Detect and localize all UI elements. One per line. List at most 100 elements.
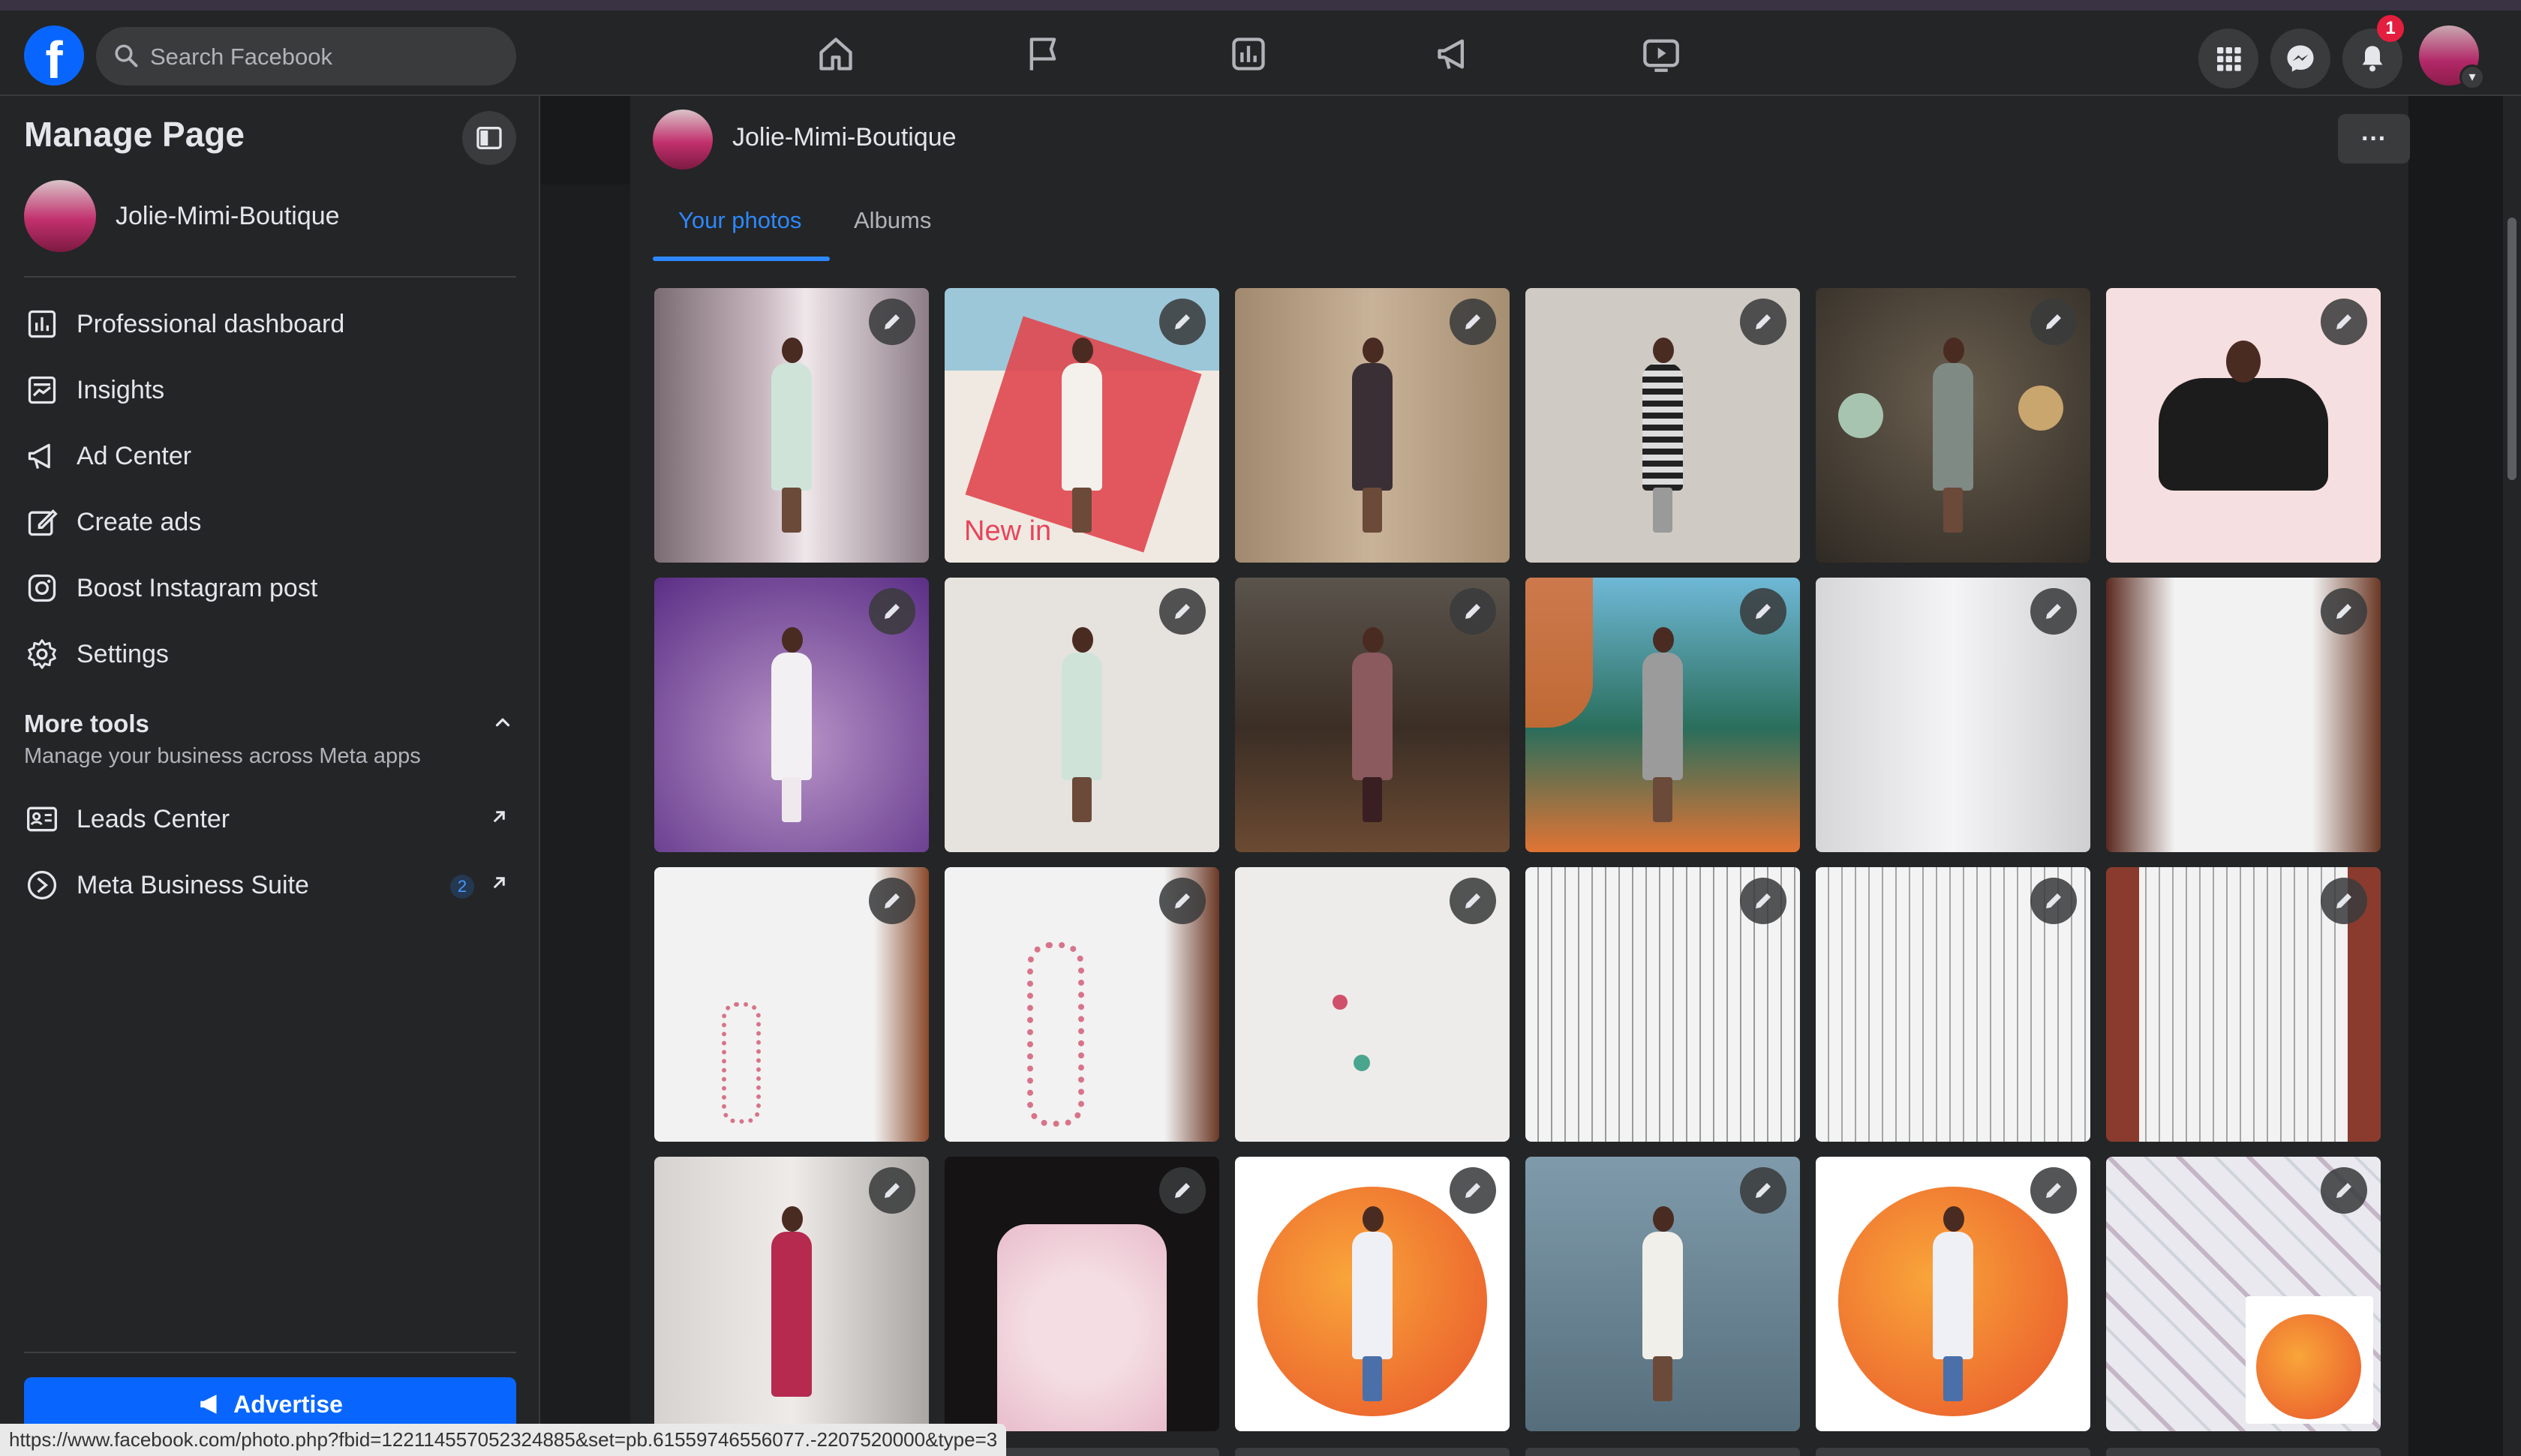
edit-photo-button[interactable] bbox=[2321, 299, 2367, 345]
photo-tile[interactable] bbox=[2106, 1157, 2381, 1431]
pencil-icon bbox=[2046, 893, 2061, 908]
edit-photo-button[interactable] bbox=[1450, 1167, 1496, 1214]
edit-photo-button[interactable] bbox=[869, 1167, 915, 1214]
photo-subject bbox=[1636, 337, 1689, 533]
more-tools-heading[interactable]: More tools bbox=[24, 710, 149, 738]
photo-subject bbox=[1056, 337, 1108, 533]
pencil-icon bbox=[1175, 1183, 1190, 1198]
sidebar-item-label: Insights bbox=[77, 375, 165, 404]
edit-photo-button[interactable] bbox=[869, 299, 915, 345]
edit-photo-button[interactable] bbox=[1159, 588, 1206, 635]
photo-tile[interactable]: New in bbox=[945, 288, 1219, 563]
photo-tile[interactable] bbox=[1235, 1157, 1510, 1431]
photo-tile[interactable] bbox=[1235, 288, 1510, 563]
sidebar-item-ad-center[interactable]: Ad Center bbox=[24, 426, 516, 486]
edit-photo-button[interactable] bbox=[869, 878, 915, 924]
edit-photo-button[interactable] bbox=[1159, 1167, 1206, 1214]
home-icon[interactable] bbox=[813, 32, 858, 77]
pencil-icon bbox=[1756, 314, 1771, 329]
sidebar-item-settings[interactable]: Settings bbox=[24, 624, 516, 684]
sidebar-item-leads-center[interactable]: Leads Center bbox=[24, 789, 516, 849]
edit-photo-button[interactable] bbox=[869, 588, 915, 635]
sidebar-item-professional-dashboard[interactable]: Professional dashboard bbox=[24, 294, 516, 354]
page-name-header[interactable]: Jolie-Mimi-Boutique bbox=[732, 123, 957, 152]
photo-tile[interactable] bbox=[945, 578, 1219, 852]
edit-photo-button[interactable] bbox=[2030, 588, 2077, 635]
scrollbar-thumb[interactable] bbox=[2507, 218, 2516, 480]
edit-photo-button[interactable] bbox=[1740, 588, 1786, 635]
search-input[interactable] bbox=[149, 27, 504, 87]
photo-tile[interactable] bbox=[1525, 1157, 1800, 1431]
more-options-button[interactable]: ··· bbox=[2338, 114, 2410, 164]
sidebar-page-profile[interactable]: Jolie-Mimi-Boutique bbox=[24, 179, 340, 254]
sidebar-item-meta-business-suite[interactable]: Meta Business Suite 2 bbox=[24, 855, 516, 915]
external-link-icon bbox=[488, 806, 510, 832]
photo-subject bbox=[765, 337, 818, 533]
edit-photo-button[interactable] bbox=[1740, 1167, 1786, 1214]
sidebar-item-boost-instagram-post[interactable]: Boost Instagram post bbox=[24, 558, 516, 618]
photo-tile[interactable] bbox=[1525, 578, 1800, 852]
menu-grid-icon[interactable] bbox=[2198, 29, 2258, 89]
photo-tile[interactable] bbox=[654, 867, 929, 1142]
pencil-icon bbox=[1175, 893, 1190, 908]
chevron-up-icon[interactable] bbox=[489, 711, 516, 737]
megaphone-icon[interactable] bbox=[1432, 32, 1477, 77]
edit-photo-button[interactable] bbox=[2030, 299, 2077, 345]
edit-photo-button[interactable] bbox=[1740, 299, 1786, 345]
browser-top-strip bbox=[0, 0, 2521, 11]
edit-photo-button[interactable] bbox=[2321, 1167, 2367, 1214]
edit-photo-button[interactable] bbox=[2321, 588, 2367, 635]
pencil-icon bbox=[2336, 1183, 2351, 1198]
edit-photo-button[interactable] bbox=[1450, 588, 1496, 635]
photo-subject bbox=[765, 1205, 818, 1401]
edit-photo-button[interactable] bbox=[2030, 878, 2077, 924]
megaphone-icon bbox=[200, 1394, 217, 1414]
tab-your-photos[interactable]: Your photos bbox=[678, 207, 801, 234]
pencil-icon bbox=[2336, 604, 2351, 619]
pencil-icon bbox=[885, 893, 900, 908]
page-avatar[interactable] bbox=[653, 110, 713, 170]
photo-tile[interactable] bbox=[654, 1157, 929, 1431]
sidebar-title: Manage Page bbox=[24, 115, 245, 154]
messenger-icon[interactable] bbox=[2270, 29, 2330, 89]
edit-photo-button[interactable] bbox=[1159, 878, 1206, 924]
photo-tile[interactable] bbox=[1525, 288, 1800, 563]
tab-albums[interactable]: Albums bbox=[854, 207, 931, 234]
video-icon[interactable] bbox=[1639, 32, 1684, 77]
search-box[interactable] bbox=[96, 27, 516, 87]
dashboard-icon bbox=[24, 306, 60, 342]
divider bbox=[24, 1352, 516, 1353]
edit-photo-button[interactable] bbox=[2321, 878, 2367, 924]
chevron-down-icon[interactable]: ▾ bbox=[2459, 65, 2485, 90]
photo-tile[interactable] bbox=[2106, 288, 2381, 563]
edit-photo-button[interactable] bbox=[2030, 1167, 2077, 1214]
photo-tile[interactable] bbox=[654, 288, 929, 563]
insights-icon[interactable] bbox=[1226, 32, 1271, 77]
photo-tile[interactable] bbox=[1525, 867, 1800, 1142]
sidebar-item-create-ads[interactable]: Create ads bbox=[24, 492, 516, 552]
sidebar-item-insights[interactable]: Insights bbox=[24, 360, 516, 420]
edit-photo-button[interactable] bbox=[1450, 878, 1496, 924]
photo-tile[interactable] bbox=[1235, 578, 1510, 852]
photo-tile[interactable] bbox=[1816, 288, 2090, 563]
top-navigation-bar: f 1 ▾ bbox=[0, 11, 2521, 96]
photo-tile[interactable] bbox=[2106, 578, 2381, 852]
edit-photo-button[interactable] bbox=[1159, 299, 1206, 345]
photo-tile[interactable] bbox=[945, 1157, 1219, 1431]
photo-tile[interactable] bbox=[1816, 578, 2090, 852]
edit-photo-button[interactable] bbox=[1450, 299, 1496, 345]
sidebar-item-label: Leads Center bbox=[77, 804, 230, 833]
photo-tile[interactable] bbox=[945, 867, 1219, 1142]
facebook-logo-icon[interactable]: f bbox=[24, 26, 84, 86]
photo-tile[interactable] bbox=[1235, 867, 1510, 1142]
page-avatar bbox=[24, 180, 96, 252]
advertise-label: Advertise bbox=[233, 1390, 343, 1418]
photo-tile[interactable] bbox=[1816, 867, 2090, 1142]
flag-icon[interactable] bbox=[1020, 32, 1065, 77]
collapse-sidebar-button[interactable] bbox=[462, 111, 516, 165]
photo-tile[interactable] bbox=[1816, 1157, 2090, 1431]
photo-tile[interactable] bbox=[654, 578, 929, 852]
photo-tile[interactable] bbox=[2106, 867, 2381, 1142]
edit-photo-button[interactable] bbox=[1740, 878, 1786, 924]
pencil-icon bbox=[2046, 604, 2061, 619]
